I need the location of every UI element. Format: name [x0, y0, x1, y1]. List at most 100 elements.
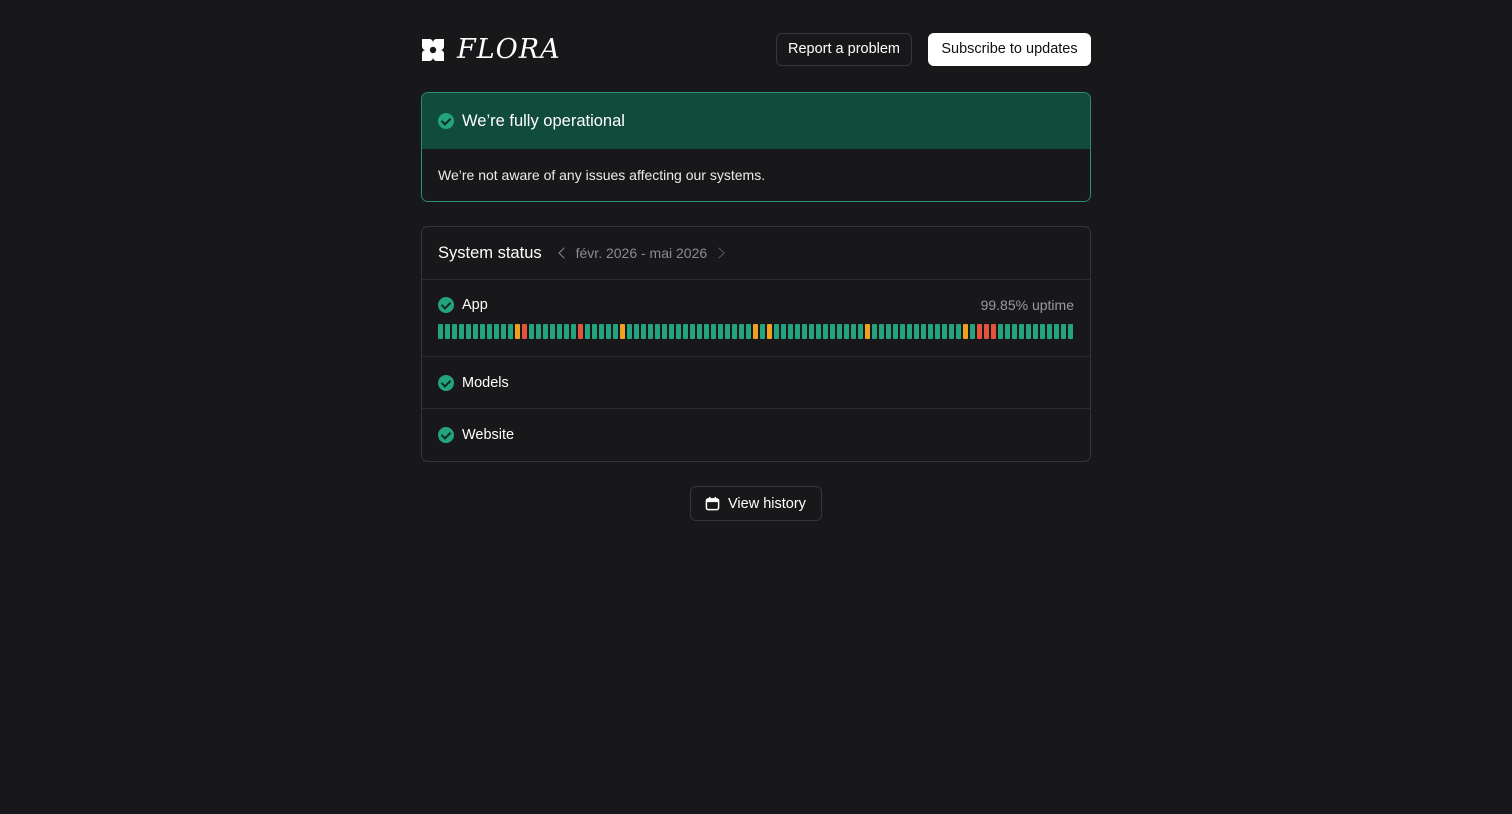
uptime-bar-ok[interactable] [585, 324, 590, 339]
uptime-bar-ok[interactable] [725, 324, 730, 339]
uptime-bar-ok[interactable] [508, 324, 513, 339]
uptime-bar-ok[interactable] [900, 324, 905, 339]
uptime-bar-ok[interactable] [928, 324, 933, 339]
uptime-bar-ok[interactable] [1054, 324, 1059, 339]
uptime-bar-ok[interactable] [662, 324, 667, 339]
uptime-bar-ok[interactable] [746, 324, 751, 339]
component-row-app[interactable]: App 99.85% uptime [422, 280, 1090, 357]
uptime-bar-ok[interactable] [760, 324, 765, 339]
uptime-bar-ok[interactable] [1019, 324, 1024, 339]
uptime-bar-ok[interactable] [851, 324, 856, 339]
uptime-bar-ok[interactable] [893, 324, 898, 339]
uptime-bar-ok[interactable] [634, 324, 639, 339]
uptime-bar-ok[interactable] [921, 324, 926, 339]
uptime-bar-ok[interactable] [550, 324, 555, 339]
uptime-bar-ok[interactable] [774, 324, 779, 339]
uptime-bar-ok[interactable] [942, 324, 947, 339]
logo[interactable]: FLORA [421, 36, 561, 64]
uptime-bar-ok[interactable] [494, 324, 499, 339]
uptime-bar-ok[interactable] [536, 324, 541, 339]
uptime-bar-ok[interactable] [592, 324, 597, 339]
uptime-bar-ok[interactable] [1047, 324, 1052, 339]
uptime-bar-ok[interactable] [606, 324, 611, 339]
uptime-bar-minor[interactable] [753, 324, 758, 339]
uptime-bar-ok[interactable] [655, 324, 660, 339]
uptime-bar-minor[interactable] [767, 324, 772, 339]
uptime-bar-ok[interactable] [1061, 324, 1066, 339]
uptime-bar-ok[interactable] [914, 324, 919, 339]
chevron-right-icon[interactable] [713, 247, 725, 259]
uptime-bar-ok[interactable] [564, 324, 569, 339]
uptime-bar-ok[interactable] [795, 324, 800, 339]
uptime-bar-ok[interactable] [802, 324, 807, 339]
uptime-bar-minor[interactable] [963, 324, 968, 339]
uptime-bar-ok[interactable] [886, 324, 891, 339]
uptime-bar-ok[interactable] [676, 324, 681, 339]
uptime-bar-ok[interactable] [641, 324, 646, 339]
uptime-bar-major[interactable] [977, 324, 982, 339]
uptime-bar-ok[interactable] [669, 324, 674, 339]
report-problem-button[interactable]: Report a problem [776, 33, 912, 66]
chevron-left-icon[interactable] [557, 247, 570, 259]
uptime-bar-major[interactable] [522, 324, 527, 339]
uptime-bar-ok[interactable] [823, 324, 828, 339]
uptime-bar-ok[interactable] [844, 324, 849, 339]
uptime-bar-ok[interactable] [879, 324, 884, 339]
uptime-bar-ok[interactable] [1012, 324, 1017, 339]
uptime-bar-ok[interactable] [935, 324, 940, 339]
uptime-bar-major[interactable] [578, 324, 583, 339]
uptime-bar-minor[interactable] [865, 324, 870, 339]
uptime-bar-ok[interactable] [690, 324, 695, 339]
uptime-bar-major[interactable] [984, 324, 989, 339]
uptime-bar-ok[interactable] [557, 324, 562, 339]
component-row-models[interactable]: Models [422, 357, 1090, 409]
uptime-bar-ok[interactable] [438, 324, 443, 339]
uptime-bar-ok[interactable] [480, 324, 485, 339]
uptime-bar-ok[interactable] [529, 324, 534, 339]
uptime-bar-minor[interactable] [515, 324, 520, 339]
uptime-bar-major[interactable] [991, 324, 996, 339]
uptime-bar-ok[interactable] [613, 324, 618, 339]
uptime-bar-ok[interactable] [970, 324, 975, 339]
uptime-bar-ok[interactable] [711, 324, 716, 339]
uptime-bar-ok[interactable] [704, 324, 709, 339]
uptime-bar-ok[interactable] [788, 324, 793, 339]
uptime-bar-ok[interactable] [998, 324, 1003, 339]
uptime-bar-ok[interactable] [648, 324, 653, 339]
uptime-bar-ok[interactable] [739, 324, 744, 339]
view-history-button[interactable]: View history [690, 486, 822, 521]
uptime-bar-ok[interactable] [858, 324, 863, 339]
uptime-bar-ok[interactable] [907, 324, 912, 339]
uptime-bar-ok[interactable] [781, 324, 786, 339]
uptime-bar-ok[interactable] [816, 324, 821, 339]
uptime-bar-ok[interactable] [571, 324, 576, 339]
uptime-bar-ok[interactable] [837, 324, 842, 339]
uptime-bar-ok[interactable] [1068, 324, 1073, 339]
uptime-bar-ok[interactable] [473, 324, 478, 339]
uptime-bar-ok[interactable] [683, 324, 688, 339]
uptime-bar-ok[interactable] [956, 324, 961, 339]
uptime-bar-ok[interactable] [445, 324, 450, 339]
subscribe-button[interactable]: Subscribe to updates [928, 33, 1091, 66]
uptime-bar-ok[interactable] [501, 324, 506, 339]
uptime-bar-ok[interactable] [697, 324, 702, 339]
uptime-bar-ok[interactable] [466, 324, 471, 339]
uptime-bar-ok[interactable] [459, 324, 464, 339]
uptime-bar-minor[interactable] [620, 324, 625, 339]
uptime-bar-ok[interactable] [599, 324, 604, 339]
uptime-bar-ok[interactable] [452, 324, 457, 339]
uptime-bar-ok[interactable] [627, 324, 632, 339]
uptime-bar-ok[interactable] [543, 324, 548, 339]
uptime-bar-ok[interactable] [949, 324, 954, 339]
component-row-website[interactable]: Website [422, 409, 1090, 461]
uptime-bar-ok[interactable] [732, 324, 737, 339]
uptime-bar-ok[interactable] [1005, 324, 1010, 339]
uptime-bar-ok[interactable] [1040, 324, 1045, 339]
uptime-bar-ok[interactable] [872, 324, 877, 339]
uptime-bar-ok[interactable] [830, 324, 835, 339]
uptime-bar-ok[interactable] [1033, 324, 1038, 339]
uptime-bar-ok[interactable] [718, 324, 723, 339]
uptime-bar-ok[interactable] [487, 324, 492, 339]
uptime-bar-ok[interactable] [1026, 324, 1031, 339]
uptime-bar-ok[interactable] [809, 324, 814, 339]
